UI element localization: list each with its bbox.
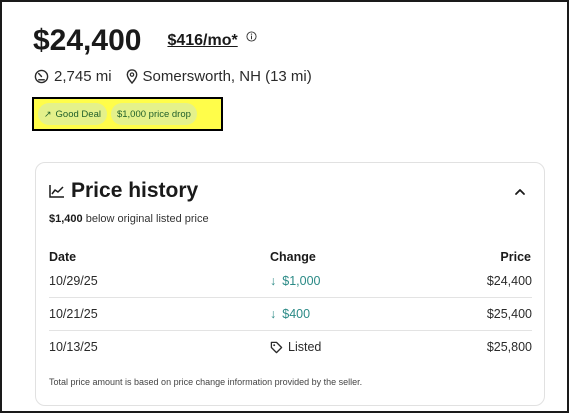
below-original-note: $1,400 below original listed price — [49, 213, 209, 225]
below-original-amount: $1,400 — [49, 213, 83, 225]
history-row: 10/29/25 ↓ $1,000 $24,400 — [49, 265, 532, 298]
location-text: Somersworth, NH (13 mi) — [142, 68, 312, 85]
history-row: 10/21/25 ↓ $400 $25,400 — [49, 298, 532, 331]
listing-meta: 2,745 mi Somersworth, NH (13 mi) — [34, 68, 312, 85]
price-history-header[interactable]: Price history — [49, 179, 198, 203]
price-history-title: Price history — [71, 179, 199, 202]
row-price: $24,400 — [486, 274, 532, 288]
row-change: Listed — [270, 331, 321, 364]
arrow-down-icon: ↓ — [270, 274, 277, 288]
mileage-text: 2,745 mi — [54, 68, 112, 85]
price-drop-label: $1,000 price drop — [116, 108, 191, 120]
odometer-icon — [34, 69, 49, 84]
deal-badges: ↗ Good Deal $1,000 price drop — [32, 97, 223, 131]
arrow-down-icon: ↓ — [270, 307, 277, 321]
mileage: 2,745 mi — [34, 68, 112, 85]
row-change: ↓ $1,000 — [270, 265, 320, 298]
row-change-value: $400 — [282, 307, 311, 321]
column-header-change: Change — [270, 250, 316, 264]
price-row: $24,400 $416/mo* — [33, 24, 257, 58]
info-icon[interactable] — [246, 30, 257, 42]
chevron-up-icon[interactable] — [513, 185, 527, 199]
price-history-card: Price history $1,400 below original list… — [35, 162, 545, 406]
tag-icon — [270, 341, 283, 354]
row-price: $25,400 — [486, 307, 532, 321]
monthly-payment-link[interactable]: $416/mo* — [167, 32, 237, 50]
history-row: 10/13/25 Listed $25,800 — [49, 331, 532, 364]
listing-price: $24,400 — [33, 24, 142, 57]
row-price: $25,800 — [486, 340, 532, 354]
below-original-text: below original listed price — [85, 213, 209, 225]
row-date: 10/13/25 — [49, 340, 98, 354]
row-date: 10/29/25 — [49, 274, 98, 288]
row-date: 10/21/25 — [49, 307, 98, 321]
good-deal-label: Good Deal — [55, 108, 101, 120]
price-footnote: Total price amount is based on price cha… — [49, 377, 363, 387]
row-change: ↓ $400 — [270, 298, 310, 331]
column-header-price: Price — [500, 250, 531, 264]
trend-up-arrow-icon: ↗ — [44, 108, 52, 119]
row-change-value: $1,000 — [282, 274, 321, 288]
location-pin-icon — [126, 69, 137, 84]
line-chart-icon — [49, 185, 64, 198]
column-header-date: Date — [49, 250, 77, 264]
location: Somersworth, NH (13 mi) — [126, 68, 312, 85]
price-drop-badge: $1,000 price drop — [110, 103, 197, 125]
good-deal-badge: ↗ Good Deal — [38, 103, 107, 125]
row-change-value: Listed — [288, 340, 322, 354]
